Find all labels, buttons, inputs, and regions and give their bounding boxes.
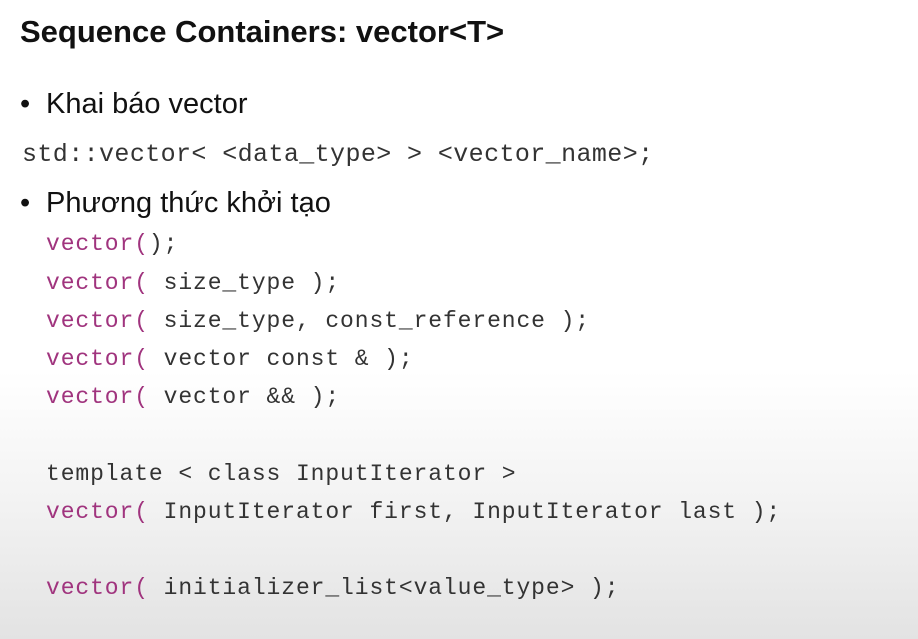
template-declaration: template < class InputIterator > — [46, 461, 517, 487]
open-paren: ( — [134, 384, 164, 410]
close-paren: ); — [310, 384, 341, 410]
constructor-name: vector — [46, 384, 135, 410]
close-paren: ); — [310, 270, 341, 296]
open-paren: ( — [134, 575, 164, 601]
open-paren: ( — [134, 231, 149, 257]
bullet-text: Khai báo vector — [46, 88, 248, 120]
bullet-marker: • — [20, 88, 31, 120]
constructor-params: vector && — [163, 384, 311, 410]
constructor-name: vector — [46, 575, 135, 601]
constructor-copy: vector( vector const & ); — [46, 346, 414, 372]
constructor-initializer-list: vector( initializer_list<value_type> ); — [46, 575, 619, 601]
constructor-params: InputIterator first, InputIterator last — [163, 499, 752, 525]
constructor-name: vector — [46, 346, 135, 372]
constructor-name: vector — [46, 270, 135, 296]
constructor-move: vector( vector && ); — [46, 384, 340, 410]
close-paren: ); — [148, 231, 179, 257]
slide: Sequence Containers: vector<T> • Khai báo… — [0, 0, 918, 639]
open-paren: ( — [134, 270, 164, 296]
bullet-constructors: • Phương thức khởi tạo — [20, 187, 331, 220]
open-paren: ( — [134, 308, 164, 334]
constructor-params: initializer_list<value_type> — [163, 575, 590, 601]
bullet-text: Phương thức khởi tạo — [46, 187, 331, 219]
constructor-params: vector const & — [163, 346, 385, 372]
close-paren: ); — [590, 575, 620, 601]
open-paren: ( — [134, 499, 164, 525]
constructor-size: vector( size_type ); — [46, 270, 340, 296]
constructor-iterator-range: vector( InputIterator first, InputIterat… — [46, 499, 781, 525]
bullet-declaration: • Khai báo vector — [20, 88, 248, 121]
constructor-name: vector — [46, 231, 135, 257]
constructor-name: vector — [46, 499, 135, 525]
bullet-marker: • — [20, 187, 31, 219]
slide-title: Sequence Containers: vector<T> — [20, 14, 505, 49]
open-paren: ( — [134, 346, 164, 372]
constructor-size-value: vector( size_type, const_reference ); — [46, 308, 590, 334]
close-paren: ); — [384, 346, 414, 372]
constructor-default: vector(); — [46, 231, 178, 257]
close-paren: ); — [751, 499, 782, 525]
constructor-params: size_type, const_reference — [163, 308, 561, 334]
constructor-params: size_type — [163, 270, 311, 296]
close-paren: ); — [560, 308, 590, 334]
constructor-name: vector — [46, 308, 135, 334]
declaration-syntax: std::vector< <data_type> > <vector_name>… — [22, 140, 654, 169]
